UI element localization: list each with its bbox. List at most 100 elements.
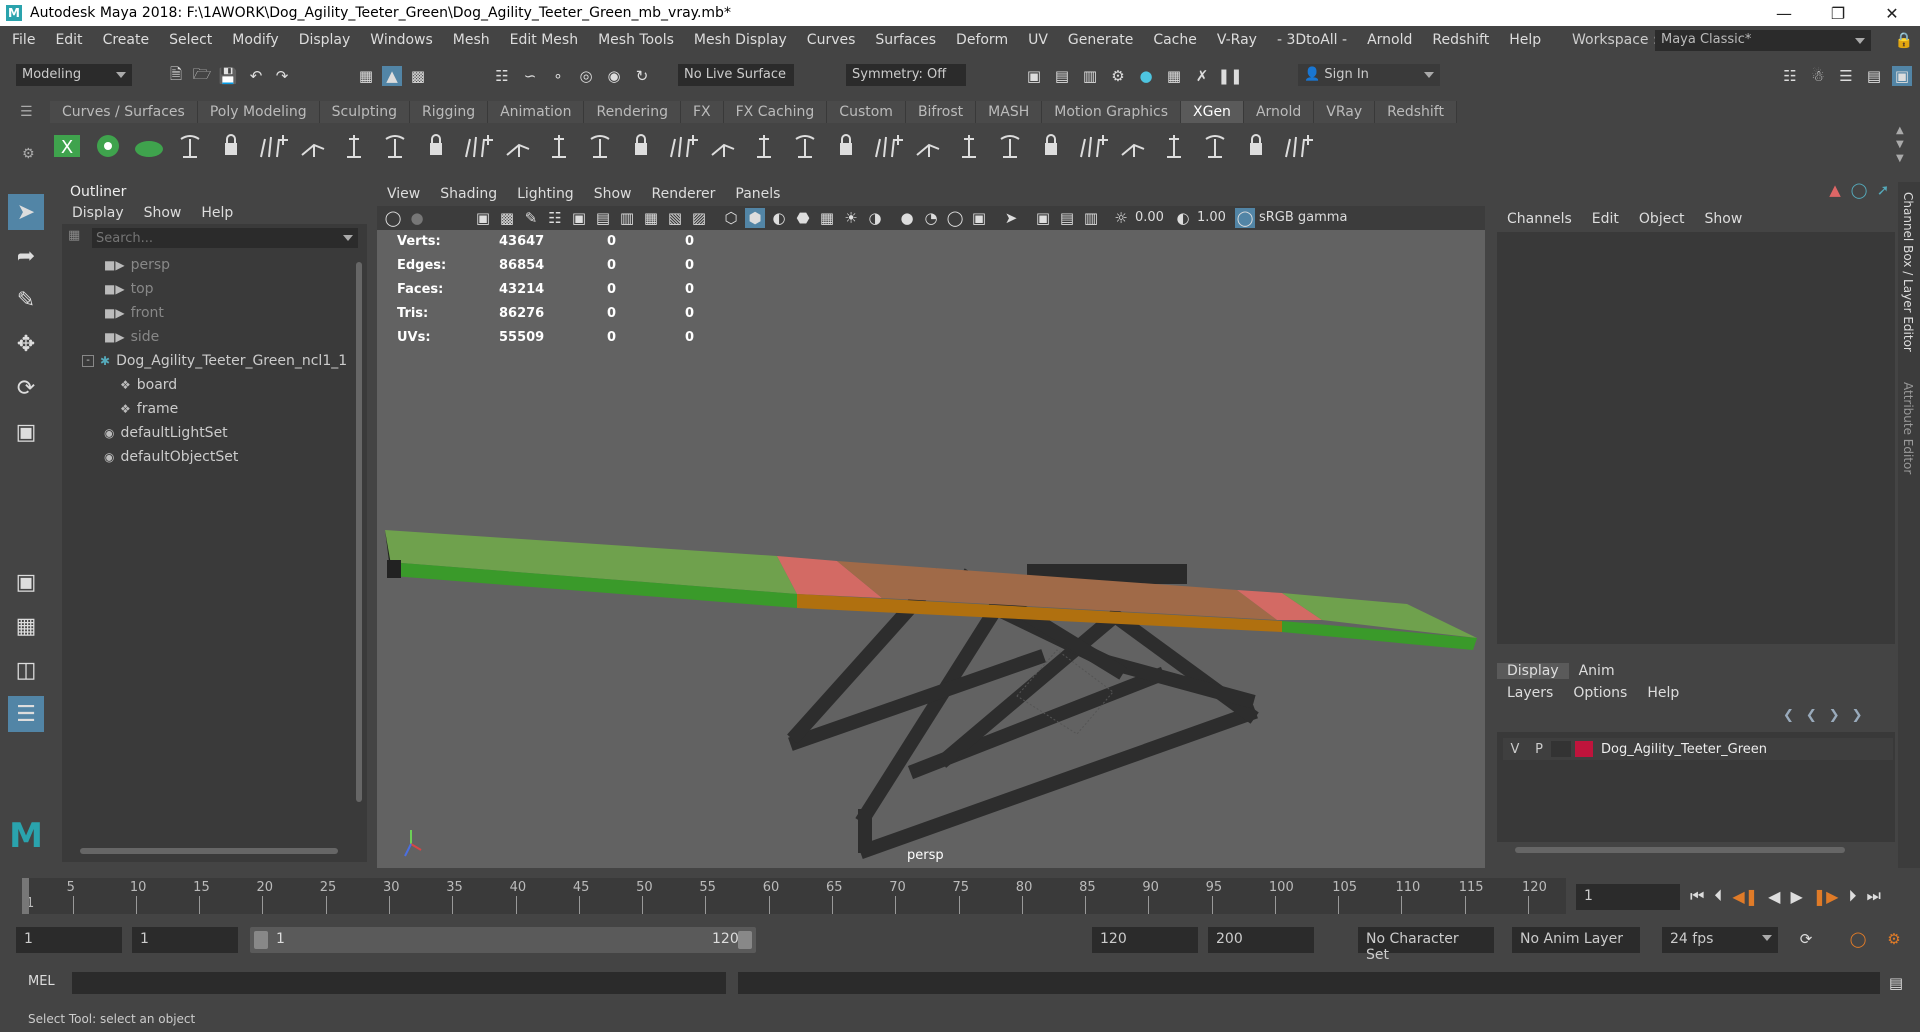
direction-brush-icon[interactable]	[1157, 129, 1191, 163]
outliner-search-input[interactable]	[92, 228, 358, 248]
animation-end-field[interactable]: 200	[1208, 927, 1314, 953]
smooth-guides-icon[interactable]	[460, 129, 494, 163]
loop-icon[interactable]: ⟳	[1796, 929, 1816, 949]
step-back-frame-icon[interactable]: ◀❚	[1732, 887, 1758, 906]
snap-surface-icon[interactable]: ◉	[604, 66, 624, 86]
default-material-icon[interactable]: ◐	[769, 208, 789, 228]
shelf-tab-curves-surfaces[interactable]: Curves / Surfaces	[50, 101, 198, 123]
resolution-gate-icon[interactable]: ▤	[593, 208, 613, 228]
mel-input[interactable]	[72, 972, 726, 994]
shelf-tab-redshift[interactable]: Redshift	[1375, 101, 1457, 123]
playback-start-field[interactable]: 1	[132, 927, 238, 953]
shadows-icon[interactable]: ◑	[865, 208, 885, 228]
undo-icon[interactable]: ↶	[246, 66, 266, 86]
part-brush-icon[interactable]	[911, 129, 945, 163]
smooth-shade-icon[interactable]: ⬢	[745, 208, 765, 228]
bend-guides-icon[interactable]	[296, 129, 330, 163]
new-scene-icon[interactable]: 🗎	[166, 65, 186, 86]
image-plane-icon[interactable]: ▩	[497, 208, 517, 228]
scale-tool-icon[interactable]: ▣	[8, 414, 44, 450]
field-chart-icon[interactable]: ▦	[641, 208, 661, 228]
channel-box-side-tab[interactable]: Channel Box / Layer Editor	[1901, 192, 1915, 352]
channels-menu-object[interactable]: Object	[1629, 211, 1695, 227]
viewport-panel[interactable]: View Shading Lighting Show Renderer Panels ◯ …	[377, 182, 1485, 868]
attribute-editor-icon[interactable]: ☰	[1836, 66, 1856, 86]
lasso-tool-icon[interactable]: ➦	[8, 238, 44, 274]
render-frame-icon[interactable]: ▣	[1024, 66, 1044, 86]
outliner-menu-show[interactable]: Show	[134, 205, 192, 221]
grease-pencil-icon[interactable]: ✎	[521, 208, 541, 228]
attribute-editor-side-tab[interactable]: Attribute Editor	[1901, 382, 1915, 474]
viewport-menu-renderer[interactable]: Renderer	[641, 186, 725, 202]
menu-mesh-display[interactable]: Mesh Display	[684, 32, 797, 48]
close-icon[interactable]: ✕	[1866, 0, 1918, 26]
grid-icon[interactable]: ☷	[545, 208, 565, 228]
camera-select-icon[interactable]: ◯	[383, 208, 403, 228]
outliner-item-defaultobjectset[interactable]: ◉ defaultObjectSet	[104, 446, 238, 468]
pause-icon[interactable]: ❚❚	[1217, 66, 1242, 86]
layer-menu-help[interactable]: Help	[1637, 685, 1689, 701]
outliner-layout-icon[interactable]: ☰	[8, 696, 44, 732]
select-object-icon[interactable]: ▲	[382, 66, 402, 86]
shelf-tab-fx-caching[interactable]: FX Caching	[723, 101, 828, 123]
two-pane-icon[interactable]: ◫	[8, 652, 44, 688]
snap-grid-icon[interactable]: ☷	[492, 66, 512, 86]
shelf-tab-rigging[interactable]: Rigging	[410, 101, 489, 123]
sign-in-button[interactable]: 👤 Sign In	[1298, 64, 1440, 86]
spline-editor-icon[interactable]	[706, 129, 740, 163]
shelf-tab-xgen[interactable]: XGen	[1181, 101, 1244, 123]
live-surface-field[interactable]: No Live Surface	[678, 64, 794, 86]
outliner-item-persp[interactable]: ■▶ persp	[104, 254, 170, 276]
isolate-select-icon[interactable]: ➤	[1001, 208, 1021, 228]
channel-box-refresh-icon[interactable]: ◯	[1849, 180, 1869, 200]
shelf-tab-animation[interactable]: Animation	[488, 101, 585, 123]
channels-menu-edit[interactable]: Edit	[1582, 211, 1629, 227]
step-back-key-icon[interactable]: ⏴	[1714, 886, 1722, 906]
exposure-icon[interactable]: ☼	[1111, 208, 1131, 228]
groom-icon[interactable]	[419, 129, 453, 163]
camera-attr-icon[interactable]: ●	[407, 208, 427, 228]
display-layer-row[interactable]: V P Dog_Agility_Teeter_Green	[1503, 738, 1893, 760]
create-description-icon[interactable]	[91, 129, 125, 163]
symmetry-dropdown[interactable]: Symmetry: Off	[846, 64, 966, 86]
modeling-toolkit-icon[interactable]: ☷	[1780, 66, 1800, 86]
channel-box-icon[interactable]: ▣	[1892, 66, 1912, 86]
menu-surfaces[interactable]: Surfaces	[865, 32, 946, 48]
current-time-marker[interactable]	[22, 878, 29, 914]
playback-end-field[interactable]: 120	[1092, 927, 1198, 953]
width-brush-icon[interactable]	[1075, 129, 1109, 163]
save-scene-icon[interactable]: 💾	[218, 66, 238, 86]
range-end-handle[interactable]	[738, 931, 752, 949]
channel-box-tool-icon[interactable]: ▲	[1825, 180, 1845, 200]
four-pane-icon[interactable]: ▦	[8, 608, 44, 644]
add-guides-icon[interactable]	[173, 129, 207, 163]
gamma-value[interactable]: 1.00	[1197, 210, 1226, 225]
layer-visibility-toggle[interactable]: V	[1503, 742, 1527, 757]
noise-brush-icon[interactable]	[829, 129, 863, 163]
select-component-icon[interactable]: ▩	[408, 66, 428, 86]
xray-joints-icon[interactable]: ▤	[1057, 208, 1077, 228]
range-start-handle[interactable]	[254, 931, 268, 949]
outliner-menu-help[interactable]: Help	[191, 205, 243, 221]
menu-3dtoall[interactable]: - 3DtoAll -	[1267, 32, 1357, 48]
shelf-settings-icon[interactable]: ⚙	[22, 146, 35, 162]
outliner-menu-display[interactable]: Display	[62, 205, 134, 221]
layer-hscrollbar[interactable]	[1503, 846, 1887, 854]
length-brush-icon[interactable]	[1116, 129, 1150, 163]
shelf-tab-rendering[interactable]: Rendering	[584, 101, 681, 123]
grab-guides-icon[interactable]	[542, 129, 576, 163]
snap-point-icon[interactable]: ∘	[548, 66, 568, 86]
snap-curve-icon[interactable]: ∽	[520, 66, 540, 86]
smooth-brush-icon[interactable]	[788, 129, 822, 163]
workspace-dropdown[interactable]: Maya Classic*	[1655, 30, 1871, 51]
outliner-hscroll-thumb[interactable]	[80, 848, 338, 854]
shelf-scroll-icon[interactable]: ▲ ▼ ▼	[1896, 124, 1904, 166]
menu-generate[interactable]: Generate	[1058, 32, 1143, 48]
viewport-menu-shading[interactable]: Shading	[430, 186, 507, 202]
textured-icon[interactable]: ▦	[817, 208, 837, 228]
freeze-brush-icon[interactable]	[952, 129, 986, 163]
auto-key-icon[interactable]: ◯	[1848, 929, 1868, 949]
render-view-icon[interactable]: ▦	[1164, 66, 1184, 86]
play-forward-icon[interactable]: ▶	[1790, 887, 1802, 906]
menu-mesh[interactable]: Mesh	[443, 32, 500, 48]
